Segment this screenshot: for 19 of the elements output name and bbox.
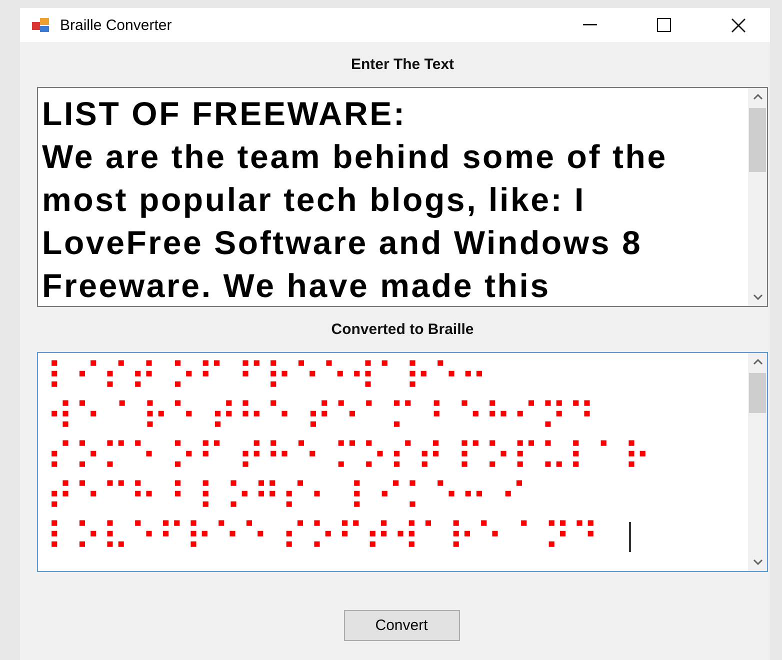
input-label: Enter The Text xyxy=(350,56,454,73)
scroll-thumb[interactable] xyxy=(749,108,766,172)
scroll-up-icon[interactable] xyxy=(752,359,762,365)
scroll-up-icon[interactable] xyxy=(752,94,762,100)
convert-button[interactable]: Convert xyxy=(344,610,460,641)
minimize-icon xyxy=(583,24,597,26)
text-cursor xyxy=(628,522,631,552)
window-title: Braille Converter xyxy=(60,16,173,34)
scroll-down-icon[interactable] xyxy=(752,559,762,565)
app-icon xyxy=(32,17,50,33)
scroll-thumb[interactable] xyxy=(749,373,766,413)
close-icon xyxy=(730,18,746,32)
output-label: Converted to Braille xyxy=(331,321,474,338)
maximize-icon xyxy=(657,18,671,32)
scrollbar[interactable] xyxy=(748,353,767,571)
scroll-down-icon[interactable] xyxy=(752,294,762,300)
braille-output-area[interactable]: ⠇⠊⠎⠞ ⠕⠋ ⠋⠗⠑⠑⠺⠁⠗⠑⠒ ⠺⠑ ⠁⠗⠑ ⠞⠓⠑ ⠞⠑⠁⠍ ⠃⠑⠓⠊⠝⠙ ⠎⠕⠍⠑ ⠕⠋ ⠞⠓⠑ ⠍⠕⠎⠞ ⠏⠕⠏⠥⠇⠁⠗ ⠞⠑⠉⠓ ⠃⠇⠕⠛⠎⠂ ⠇⠊⠅⠑⠒ ⠊ ⠇⠕⠧⠑⠋⠗⠑⠑ ⠎⠕⠋⠞⠺⠁⠗⠑ ⠁⠝⠙ xyxy=(37,352,768,572)
scrollbar[interactable] xyxy=(748,88,767,306)
text-input-area[interactable]: LIST OF FREEWARE: We are the team behind some of the most popular tech blogs, like: I LoveFree Software and Windows 8 Freeware. We have made this xyxy=(37,87,768,307)
